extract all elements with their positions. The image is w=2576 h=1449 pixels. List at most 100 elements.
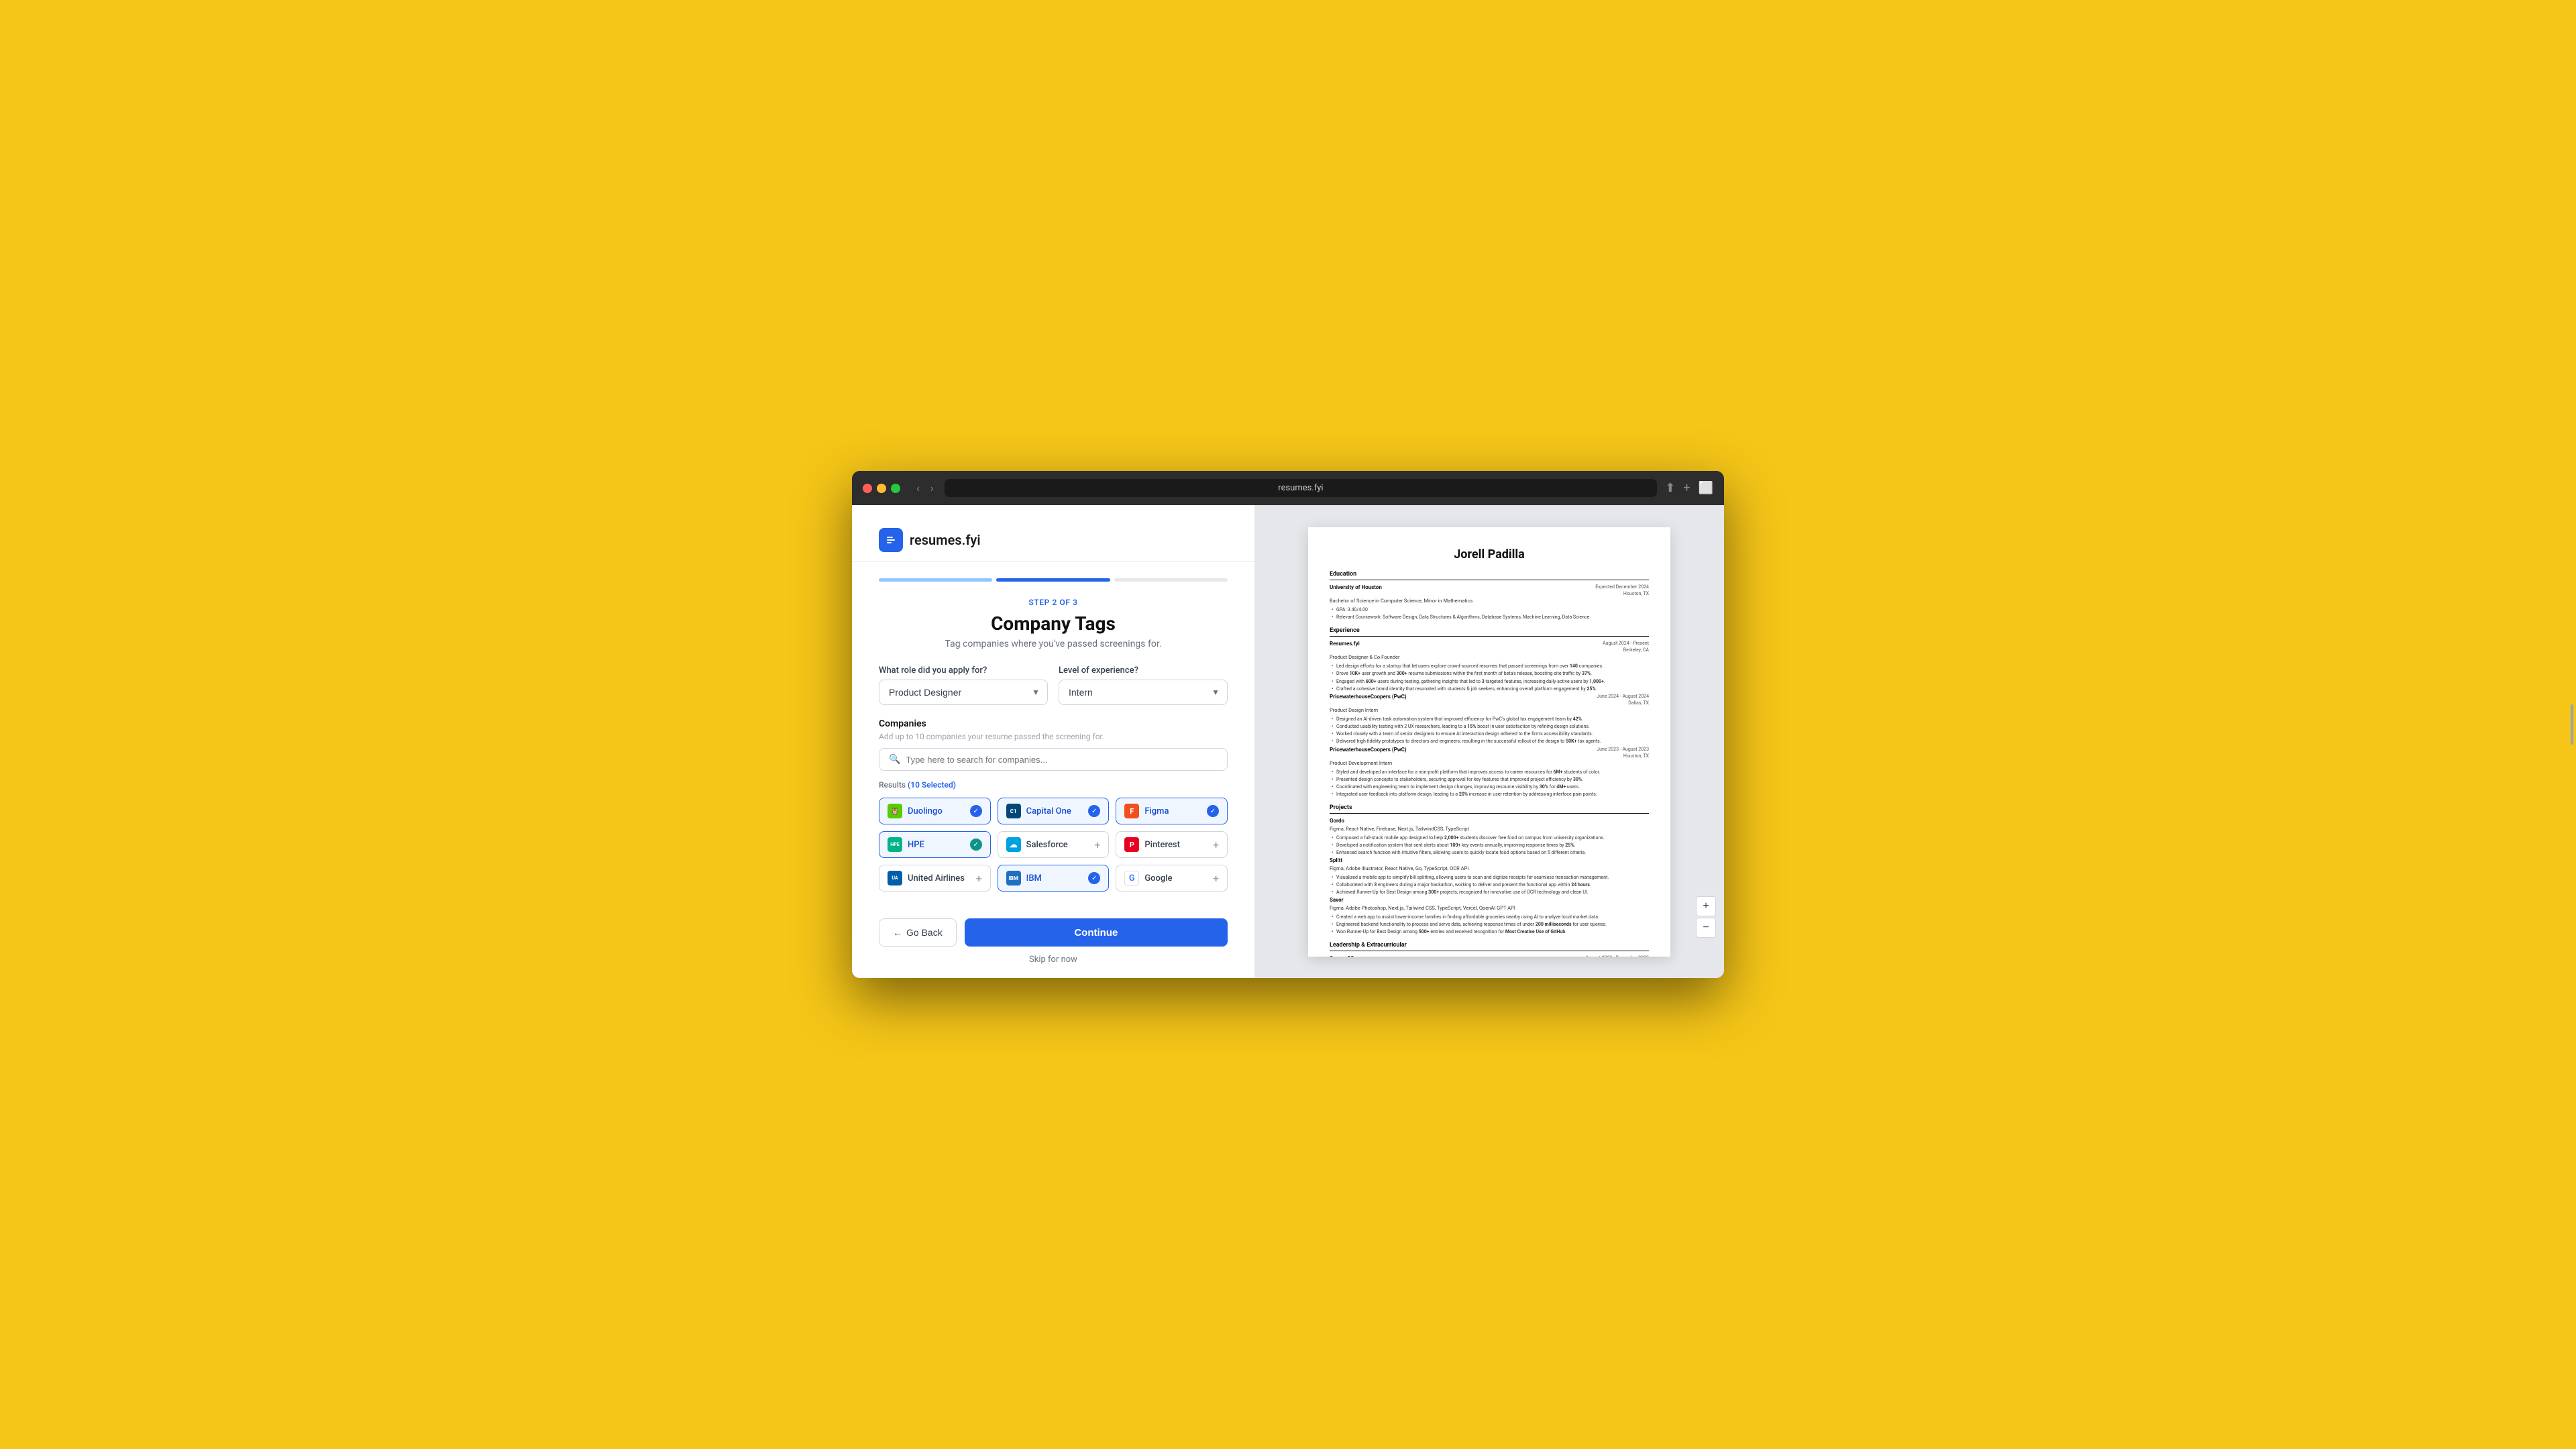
company-chip-capital-one[interactable]: C1 Capital One ✓ (998, 798, 1110, 824)
google-add-icon: + (1213, 872, 1219, 885)
skip-link[interactable]: Skip for now (879, 955, 1228, 965)
resume-exp1-b2: Drove 10K+ user growth and 300+ resume s… (1330, 670, 1649, 677)
bottom-actions: ← Go Back Continue Skip for now (852, 908, 1254, 978)
resume-proj1-name: Gordo (1330, 817, 1344, 825)
logo-icon (879, 528, 903, 552)
resume-exp1-header: Resumes.fyi August 2024 - PresentBerkele… (1330, 640, 1649, 653)
resume-exp1-date: August 2024 - PresentBerkeley, CA (1603, 640, 1649, 653)
resume-proj1-b1: Composed a full-stack mobile app designe… (1330, 835, 1649, 841)
top-bar: resumes.fyi (852, 505, 1254, 562)
resume-exp2-b2: Conducted usability testing with 2 UX re… (1330, 723, 1649, 730)
experience-group: Level of experience? Intern ▼ (1059, 665, 1228, 705)
company-chip-ibm[interactable]: IBM IBM ✓ (998, 865, 1110, 892)
copy-icon[interactable]: ⬜ (1699, 481, 1713, 495)
role-label: What role did you apply for? (879, 665, 1048, 676)
logo-text: resumes.fyi (910, 532, 981, 548)
united-airlines-logo: UA (888, 871, 902, 885)
role-select-wrapper: Product Designer ▼ (879, 680, 1048, 705)
left-panel: resumes.fyi STEP 2 OF 3 Company Tags Tag… (852, 505, 1254, 978)
resume-proj3-b2: Engineered backend functionality to proc… (1330, 921, 1649, 928)
results-count: (10 Selected) (908, 780, 956, 790)
company-chip-google[interactable]: G Google + (1116, 865, 1228, 892)
share-icon[interactable]: ⬆ (1665, 481, 1675, 495)
maximize-button[interactable] (891, 484, 900, 493)
resume-exp1-company: Resumes.fyi (1330, 640, 1360, 648)
address-bar[interactable]: resumes.fyi (945, 479, 1658, 497)
resume-exp1-b1: Led design efforts for a startup that le… (1330, 663, 1649, 669)
resume-exp1-b4: Crafted a cohesive brand identity that r… (1330, 686, 1649, 692)
browser-toolbar: ‹ › resumes.fyi ⬆ + ⬜ (852, 471, 1724, 505)
company-chip-salesforce[interactable]: ☁ Salesforce + (998, 831, 1110, 858)
resume-proj3-name: Savor (1330, 896, 1344, 904)
figma-check-icon: ✓ (1207, 805, 1219, 817)
capital-one-check-icon: ✓ (1088, 805, 1100, 817)
company-chip-hpe[interactable]: HPE HPE ✓ (879, 831, 991, 858)
form-row: What role did you apply for? Product Des… (879, 665, 1228, 705)
company-search-input[interactable] (906, 755, 1218, 765)
company-chip-pinterest[interactable]: P Pinterest + (1116, 831, 1228, 858)
browser-content: resumes.fyi STEP 2 OF 3 Company Tags Tag… (852, 505, 1724, 978)
salesforce-logo: ☁ (1006, 837, 1021, 852)
resume-proj2-name: Splitt (1330, 857, 1342, 865)
resume-proj3-tech-label: Figma, Adobe Photoshop, Next.js, Tailwin… (1330, 905, 1649, 912)
go-back-button[interactable]: ← Go Back (879, 918, 957, 947)
page-title: Company Tags (879, 612, 1228, 635)
resume-gpa: GPA: 3.40/4.00 (1330, 606, 1649, 613)
add-tab-icon[interactable]: + (1683, 481, 1690, 495)
resume-exp3-header: PricewaterhouseCoopers (PwC) June 2023 -… (1330, 746, 1649, 759)
company-chip-figma[interactable]: F Figma ✓ (1116, 798, 1228, 824)
united-airlines-name: United Airlines (908, 873, 965, 883)
hpe-check-icon: ✓ (970, 839, 982, 851)
capital-one-name: Capital One (1026, 806, 1071, 816)
progress-section (852, 562, 1254, 582)
figma-logo: F (1124, 804, 1139, 818)
resume-exp2-header: PricewaterhouseCoopers (PwC) June 2024 -… (1330, 693, 1649, 706)
companies-search-box[interactable]: 🔍 (879, 748, 1228, 771)
resume-proj2-b1: Visualized a mobile app to simplify bill… (1330, 874, 1649, 881)
hpe-logo: HPE (888, 837, 902, 852)
zoom-controls: + − (1696, 896, 1716, 938)
pinterest-add-icon: + (1213, 839, 1219, 851)
logo-area: resumes.fyi (879, 519, 1228, 561)
zoom-in-button[interactable]: + (1696, 896, 1716, 916)
experience-select[interactable]: Intern (1059, 680, 1228, 705)
resume-experience-title: Experience (1330, 627, 1649, 637)
close-button[interactable] (863, 484, 872, 493)
resume-education-date: Expected December 2024Houston, TX (1595, 584, 1649, 597)
resume-exp1-title: Product Designer & Co-Founder (1330, 654, 1649, 661)
main-content: STEP 2 OF 3 Company Tags Tag companies w… (852, 582, 1254, 908)
companies-grid: 🦉 Duolingo ✓ C1 Capital One ✓ F Figma (879, 798, 1228, 892)
go-back-label: Go Back (906, 927, 943, 938)
browser-window: ‹ › resumes.fyi ⬆ + ⬜ resumes.fyi (852, 471, 1724, 978)
resume-education-header: University of Houston Expected December … (1330, 584, 1649, 597)
window-controls (863, 484, 900, 493)
resume-exp2-b3: Worked closely with a team of senior des… (1330, 731, 1649, 737)
capital-one-logo: C1 (1006, 804, 1021, 818)
back-nav-icon[interactable]: ‹ (914, 479, 922, 497)
google-logo: G (1124, 871, 1139, 885)
duolingo-check-icon: ✓ (970, 805, 982, 817)
resume-proj1-b2: Developed a notification system that sen… (1330, 842, 1649, 849)
resume-proj3-b1: Created a web app to assist lower-income… (1330, 914, 1649, 920)
resume-leadership1-company: CougarCS (1330, 955, 1354, 956)
hpe-name: HPE (908, 840, 924, 850)
resume-proj2-b3: Achieved Runner-Up for Best Design among… (1330, 889, 1649, 896)
zoom-out-button[interactable]: − (1696, 918, 1716, 938)
companies-label: Companies (879, 718, 1228, 729)
resume-exp1-b3: Engaged with 600+ users during testing, … (1330, 678, 1649, 685)
minimize-button[interactable] (877, 484, 886, 493)
ibm-name: IBM (1026, 873, 1042, 883)
company-chip-duolingo[interactable]: 🦉 Duolingo ✓ (879, 798, 991, 824)
role-select[interactable]: Product Designer (879, 680, 1048, 705)
resume-proj2-b2: Collaborated with 3 engineers during a m… (1330, 881, 1649, 888)
resume-degree: Bachelor of Science in Computer Science,… (1330, 598, 1649, 605)
resume-exp2-b1: Designed an AI-driven task automation sy… (1330, 716, 1649, 722)
resume-proj1-b3: Enhanced search function with intuitive … (1330, 849, 1649, 856)
resume-proj1-tech-label: Figma, React Native, Firebase, Next.js, … (1330, 826, 1649, 833)
company-chip-united-airlines[interactable]: UA United Airlines + (879, 865, 991, 892)
pinterest-logo: P (1124, 837, 1139, 852)
resume-exp3-title: Product Development Intern (1330, 760, 1649, 767)
resume-proj3-b3: Won Runner-Up for Best Design among 500+… (1330, 928, 1649, 935)
forward-nav-icon[interactable]: › (928, 479, 936, 497)
continue-button[interactable]: Continue (965, 918, 1228, 947)
